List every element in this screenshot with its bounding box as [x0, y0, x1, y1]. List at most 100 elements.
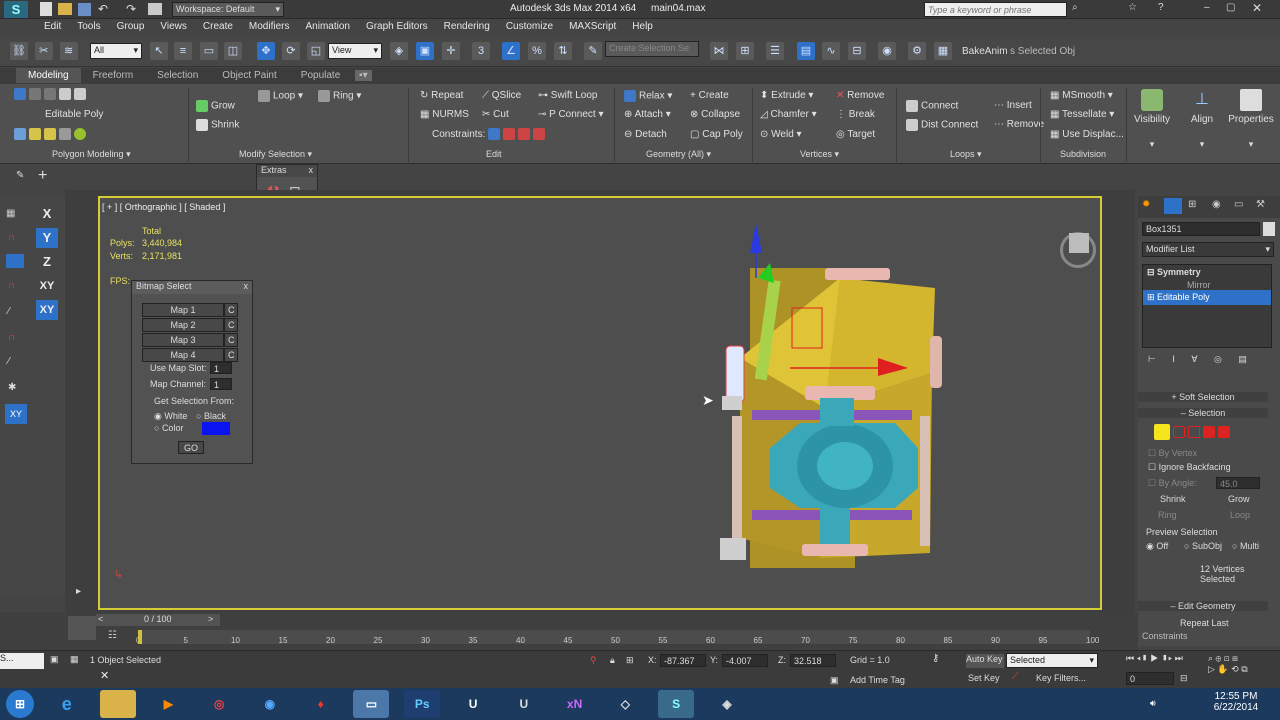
save-icon[interactable] — [78, 3, 91, 16]
workspace-dropdown[interactable]: Workspace: Default ▾ — [172, 2, 284, 17]
system-clock[interactable]: 12:55 PM 6/22/2014 — [1196, 691, 1276, 713]
align-icon[interactable]: ⊞ — [736, 42, 754, 60]
make-unique-icon[interactable]: ∀ — [1191, 354, 1200, 364]
align-dropdown-icon[interactable]: ▾ — [1184, 139, 1220, 150]
weld-button[interactable]: ⊙ Weld ▾ — [760, 129, 802, 140]
render-setup-icon[interactable]: ⚙ — [908, 42, 926, 60]
axis-z-button[interactable]: Z — [36, 252, 58, 272]
zoom-all-icon[interactable]: ⊕ — [1216, 653, 1224, 663]
go-button[interactable]: GO — [178, 441, 204, 454]
preview-off-radio[interactable]: ◉ Off — [1146, 541, 1168, 552]
use-displacement-button[interactable]: ▦ Use Displac... — [1050, 129, 1124, 140]
zoom-extents-icon[interactable]: ⊡ — [1224, 653, 1232, 663]
mini-curve-editor-button[interactable] — [68, 616, 96, 640]
menu-tools[interactable]: Tools — [69, 19, 108, 34]
viewcube-icon[interactable] — [1069, 233, 1089, 253]
move-icon[interactable]: ✥ — [257, 42, 275, 60]
repeat-last-button[interactable]: Repeat Last — [1180, 618, 1229, 628]
menu-rendering[interactable]: Rendering — [436, 19, 498, 34]
configure-sets-icon[interactable]: ▤ — [1238, 354, 1247, 364]
select-object-icon[interactable]: ↖ — [150, 42, 168, 60]
selection-rollout[interactable]: – Selection — [1138, 408, 1268, 418]
grow-button[interactable]: Grow — [196, 100, 235, 112]
auto-key-button[interactable]: Auto Key — [966, 654, 1004, 668]
target-button[interactable]: ◎ Target — [836, 129, 875, 140]
border-level-icon[interactable] — [44, 88, 56, 100]
group-geometry[interactable]: Geometry (All) ▾ — [646, 149, 711, 160]
bind-space-warp-icon[interactable]: ≋ — [59, 42, 78, 60]
undo-icon[interactable]: ↶ — [98, 2, 108, 16]
game-app-icon[interactable]: ◈ — [709, 690, 745, 718]
preview-multi-radio[interactable]: ○ Multi — [1232, 541, 1259, 551]
attach-button[interactable]: ⊕ Attach ▾ — [624, 109, 671, 120]
polygon-select-icon[interactable] — [1203, 426, 1215, 438]
listener-close-icon[interactable]: ✕ — [100, 669, 109, 682]
chamfer-button[interactable]: ◿ Chamfer ▾ — [760, 109, 817, 120]
go-to-end-icon[interactable]: ⏭ — [1175, 653, 1183, 663]
map-2-button[interactable]: Map 2 — [142, 318, 224, 332]
properties-button[interactable]: Properties ▾ — [1226, 86, 1276, 149]
tessellate-button[interactable]: ▦ Tessellate ▾ — [1050, 109, 1114, 120]
vertex-select-icon[interactable] — [1154, 424, 1170, 440]
edit-geometry-rollout[interactable]: – Edit Geometry — [1138, 601, 1268, 611]
graphite-toolbar-icon[interactable]: ▤ — [797, 42, 815, 60]
minimize-icon[interactable]: – — [1204, 2, 1210, 13]
menu-help[interactable]: Help — [624, 19, 661, 34]
maximize-viewport-icon[interactable]: ⧉ — [1241, 664, 1247, 674]
selection-lock-icon[interactable]: ⚲ — [590, 655, 597, 666]
element-select-icon[interactable] — [1218, 426, 1230, 438]
current-frame-field[interactable]: 0 — [1126, 672, 1174, 685]
by-angle-spinner[interactable]: 45.0 — [1216, 477, 1260, 489]
constraint-none-icon[interactable] — [488, 128, 500, 140]
render-frame-icon[interactable]: ▦ — [934, 42, 952, 60]
time-tag-icon[interactable]: ▣ — [830, 675, 839, 686]
extrude-button[interactable]: ⬍ Extrude ▾ — [760, 90, 813, 101]
material-editor-icon[interactable]: ◉ — [878, 42, 896, 60]
keyboard-shortcut-icon[interactable]: ✛ — [442, 42, 460, 60]
add-icon[interactable]: + — [38, 167, 47, 185]
p-connect-button[interactable]: ⊸ P Connect ▾ — [538, 109, 604, 120]
ribbon-options-icon[interactable]: ▪▾ — [355, 70, 372, 81]
axis-y-button[interactable]: Y — [36, 228, 58, 248]
stack-item-editable-poly[interactable]: ⊞ Editable Poly — [1143, 290, 1271, 305]
unlink-icon[interactable]: ✂ — [34, 42, 53, 60]
map-1-button[interactable]: Map 1 — [142, 303, 224, 317]
scale-icon[interactable]: ◱ — [307, 42, 325, 60]
ring-button[interactable]: Ring ▾ — [318, 90, 361, 102]
map-1-clear-button[interactable]: C — [224, 303, 238, 317]
edge-level-icon[interactable] — [29, 88, 41, 100]
help-icon[interactable]: ? — [1158, 2, 1164, 13]
snap-pivot-icon[interactable]: ∩ — [8, 332, 15, 343]
pivot-center-icon[interactable]: ◈ — [390, 42, 408, 60]
unreal-engine-icon[interactable]: U — [455, 690, 491, 718]
listener-window-icon[interactable]: ▣ — [50, 654, 59, 665]
map-3-clear-button[interactable]: C — [224, 333, 238, 347]
link-icon[interactable]: ⛓ — [10, 42, 28, 60]
start-button-icon[interactable]: ⊞ — [6, 690, 34, 718]
swift-loop-button[interactable]: ⊶ Swift Loop — [538, 90, 597, 101]
border-select-icon[interactable] — [1188, 426, 1200, 438]
field-of-view-icon[interactable]: ▷ — [1208, 664, 1217, 674]
polygon-level-icon[interactable] — [59, 88, 71, 100]
tab-object-paint[interactable]: Object Paint — [210, 68, 288, 83]
visibility-button[interactable]: Visibility ▾ — [1132, 86, 1172, 149]
remove-loop-button[interactable]: ⋯ Remove — [994, 119, 1044, 130]
map-channel-spinner[interactable]: 1 — [210, 378, 232, 390]
photoshop-icon[interactable]: Ps — [404, 690, 441, 718]
loop-selection-button[interactable]: Loop — [1230, 510, 1250, 520]
menu-graph-editors[interactable]: Graph Editors — [358, 19, 436, 34]
menu-views[interactable]: Views — [152, 19, 195, 34]
group-vertices[interactable]: Vertices ▾ — [800, 149, 839, 160]
group-polygon-modeling[interactable]: Polygon Modeling ▾ — [52, 149, 131, 160]
remove-modifier-icon[interactable]: ◎ — [1214, 354, 1224, 364]
viewport-label[interactable]: [ + ] [ Orthographic ] [ Shaded ] — [102, 202, 225, 212]
constraint-edge-icon[interactable] — [503, 128, 515, 140]
layer-manager-icon[interactable]: ☰ — [766, 42, 784, 60]
preserve-uvs-icon[interactable] — [44, 128, 56, 140]
paint-icon[interactable]: ✎ — [16, 170, 24, 181]
map-3-button[interactable]: Map 3 — [142, 333, 224, 347]
ring-selection-button[interactable]: Ring — [1158, 510, 1177, 520]
visibility-dropdown-icon[interactable]: ▾ — [1132, 139, 1172, 150]
menu-maxscript[interactable]: MAXScript — [561, 19, 624, 34]
play-icon[interactable]: ▶ — [1150, 653, 1161, 663]
